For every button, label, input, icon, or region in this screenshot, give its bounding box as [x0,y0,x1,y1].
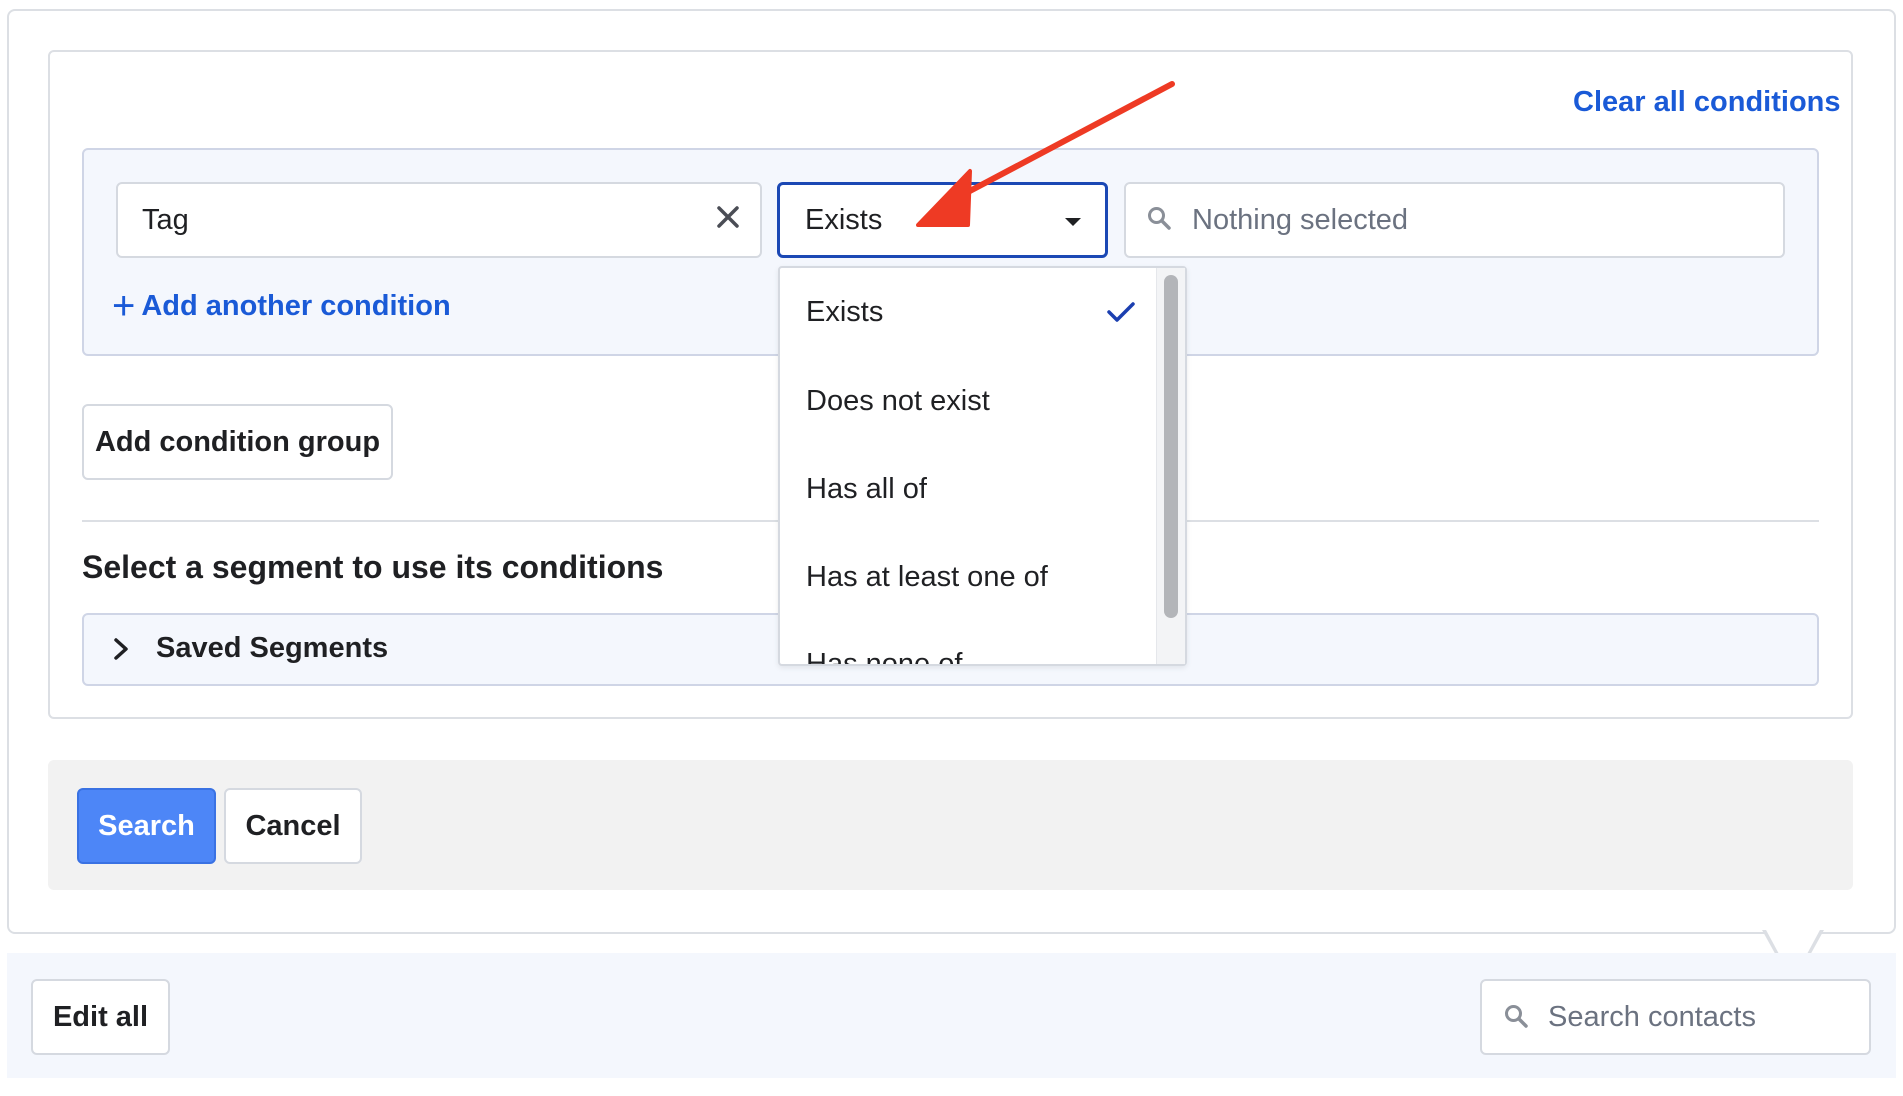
operator-option[interactable]: Has none of [806,648,962,664]
operator-option[interactable]: Does not exist [806,385,990,418]
operator-option[interactable]: Exists [806,296,883,329]
search-icon [1505,1005,1528,1028]
condition-value-select[interactable]: Nothing selected [1124,182,1785,258]
close-icon[interactable] [710,199,746,235]
cancel-button[interactable]: Cancel [224,788,362,864]
clear-all-conditions-link[interactable]: Clear all conditions [1573,86,1841,119]
add-condition-label: Add another condition [141,289,451,322]
search-contacts-placeholder: Search contacts [1548,1000,1756,1033]
add-another-condition-link[interactable]: + Add another condition [112,286,451,326]
condition-field-select[interactable]: Tag [116,182,762,258]
edit-all-button[interactable]: Edit all [31,979,170,1055]
condition-operator-value: Exists [805,203,883,236]
condition-field-value: Tag [142,203,189,236]
search-icon [1148,207,1171,230]
chevron-right-icon [114,638,128,660]
search-contacts-input[interactable]: Search contacts [1480,979,1871,1055]
search-button[interactable]: Search [77,788,216,864]
operator-option[interactable]: Has at least one of [806,561,1048,594]
menu-scrollbar-thumb[interactable] [1164,275,1178,618]
segment-heading: Select a segment to use its conditions [82,549,664,585]
operator-dropdown-menu: Exists Does not exist Has all of Has at … [778,266,1187,666]
plus-icon: + [112,284,136,328]
checkmark-icon [1107,302,1135,322]
condition-value-placeholder: Nothing selected [1192,203,1409,236]
caret-down-icon [1065,218,1081,226]
condition-operator-select[interactable]: Exists [777,182,1108,258]
saved-segments-label[interactable]: Saved Segments [156,632,388,665]
operator-option[interactable]: Has all of [806,473,927,506]
add-condition-group-button[interactable]: Add condition group [82,404,393,480]
